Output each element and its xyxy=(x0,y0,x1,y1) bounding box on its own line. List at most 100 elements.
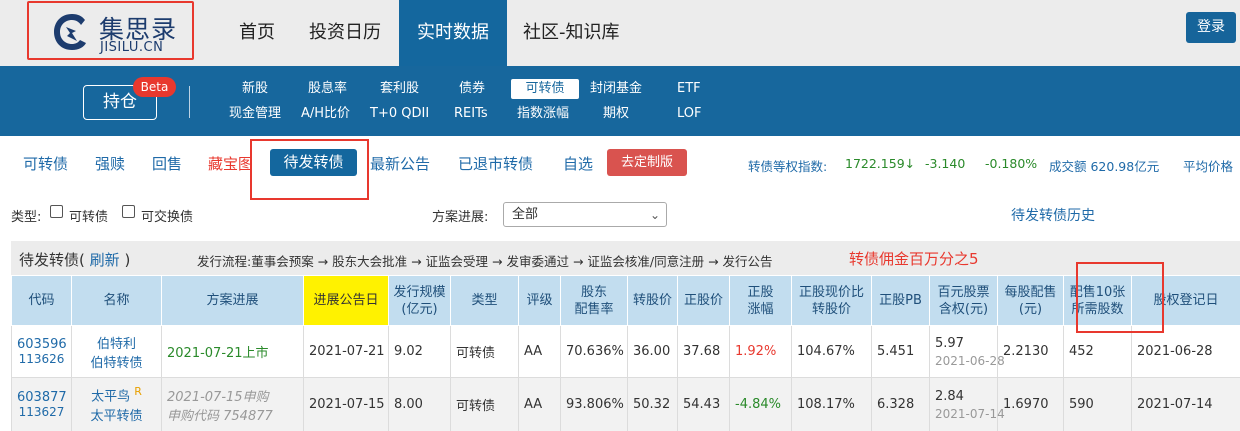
logo-text-en: JISILU.CN xyxy=(100,40,164,55)
section-title-text: 待发转债( xyxy=(19,251,85,269)
tab-delisted[interactable]: 已退市转债 xyxy=(458,153,533,174)
cell-per-share: 1.6970 xyxy=(997,377,1064,431)
cell-name: 伯特利 伯特转债 xyxy=(71,325,162,378)
col-stock-change[interactable]: 正股 涨幅 xyxy=(729,275,792,326)
nav-community[interactable]: 社区-知识库 xyxy=(523,0,620,66)
cell-record-date: 2021-06-28 xyxy=(1131,325,1240,378)
col-price-ratio[interactable]: 正股现价比 转股价 xyxy=(791,275,872,326)
cell-announce-date: 2021-07-15 xyxy=(303,377,389,431)
cell-progress: 2021-07-21上市 xyxy=(161,325,304,378)
refresh-link[interactable]: 刷新 xyxy=(90,251,120,269)
cell-stock-price: 54.43 xyxy=(677,377,730,431)
login-button[interactable]: 登录 xyxy=(1186,12,1236,43)
col-type[interactable]: 类型 xyxy=(450,275,519,326)
cell-size: 9.02 xyxy=(388,325,451,378)
index-change-pct: -0.180% xyxy=(985,156,1038,171)
cell-stock-change: -4.84% xyxy=(729,377,792,431)
beta-badge: Beta xyxy=(133,77,176,97)
filter-convertible-checkbox[interactable] xyxy=(50,205,63,218)
stock-code-link[interactable]: 603596 xyxy=(17,337,67,352)
subnav-etf[interactable]: ETF xyxy=(677,79,701,99)
cell-stock-change: 1.92% xyxy=(729,325,792,378)
cell-placement: 93.806% xyxy=(560,377,628,431)
nav-investment-calendar[interactable]: 投资日历 xyxy=(309,0,381,66)
rights-value: 5.97 xyxy=(935,335,964,351)
col-announce-date[interactable]: 进展公告日 xyxy=(303,275,389,326)
cell-shares-needed: 452 xyxy=(1063,325,1132,378)
site-logo[interactable]: 集思录 JISILU.CN xyxy=(27,1,194,60)
cell-rights: 5.97 2021-06-28 xyxy=(929,325,1005,378)
tab-watchlist[interactable]: 自选 xyxy=(563,153,593,174)
col-stock-price[interactable]: 正股价 xyxy=(677,275,730,326)
col-name[interactable]: 名称 xyxy=(71,275,162,326)
col-progress[interactable]: 方案进展 xyxy=(161,275,304,326)
bond-code-link[interactable]: 113627 xyxy=(19,405,65,419)
cell-per-share: 2.2130 xyxy=(997,325,1064,378)
tab-put-back[interactable]: 回售 xyxy=(152,153,182,174)
nav-home[interactable]: 首页 xyxy=(239,0,275,66)
chevron-down-icon: ⌄ xyxy=(649,208,660,222)
cell-type: 可转债 xyxy=(450,377,519,431)
subnav-cash-management[interactable]: 现金管理 xyxy=(229,104,281,124)
subnav-arbitrage[interactable]: 套利股 xyxy=(380,79,419,99)
pending-bonds-table: 代码 名称 方案进展 进展公告日 发行规模 (亿元) 类型 评级 股东 配售率 … xyxy=(11,275,1240,431)
stock-name-link[interactable]: 太平鸟 xyxy=(91,390,130,405)
subnav-reits[interactable]: REITs xyxy=(454,104,488,124)
subnav-ah-ratio[interactable]: A/H比价 xyxy=(301,104,350,124)
progress-text: 2021-07-15申购 xyxy=(167,389,269,405)
section-header: 待发转债( 刷新 ) 发行流程:董事会预案 → 股东大会批准 → 证监会受理 →… xyxy=(11,241,1240,275)
col-size[interactable]: 发行规模 (亿元) xyxy=(388,275,451,326)
tab-latest-announcements[interactable]: 最新公告 xyxy=(370,153,430,174)
col-placement-label: 股东 配售率 xyxy=(574,284,614,317)
bond-name-link[interactable]: 伯特转债 xyxy=(90,356,142,371)
stock-name-link[interactable]: 伯特利 xyxy=(97,337,136,352)
table-row: 603877 113627 太平鸟 R 太平转债 2021-07-15申购 申购… xyxy=(11,377,1240,431)
col-per-share-label: 每股配售 (元) xyxy=(1004,284,1057,317)
col-placement[interactable]: 股东 配售率 xyxy=(560,275,628,326)
subnav-index-change[interactable]: 指数涨幅 xyxy=(517,104,569,124)
subnav-closed-fund[interactable]: 封闭基金 xyxy=(590,79,642,99)
subnav-t0-qdii[interactable]: T+0 QDII xyxy=(370,104,429,124)
stock-code-link[interactable]: 603877 xyxy=(17,390,67,405)
tab-highlight-box xyxy=(250,139,369,200)
rights-value: 2.84 xyxy=(935,388,964,404)
bond-code-link[interactable]: 113626 xyxy=(19,352,65,366)
subnav-new-stock[interactable]: 新股 xyxy=(242,79,268,99)
progress-subtext: 申购代码 754877 xyxy=(167,408,273,424)
progress-select[interactable]: 全部 ⌄ xyxy=(503,202,667,227)
cell-name: 太平鸟 R 太平转债 xyxy=(71,377,162,431)
custom-version-button[interactable]: 去定制版 xyxy=(607,149,687,176)
top-navigation: 集思录 JISILU.CN 首页 投资日历 实时数据 社区-知识库 登录 xyxy=(0,0,1240,66)
col-size-label: 发行规模 (亿元) xyxy=(393,284,446,317)
bond-name-link[interactable]: 太平转债 xyxy=(90,409,142,424)
col-code[interactable]: 代码 xyxy=(11,275,72,326)
col-rights[interactable]: 百元股票 含权(元) xyxy=(929,275,998,326)
volume-text: 成交额 620.98亿元 xyxy=(1049,159,1160,174)
cell-pb: 6.328 xyxy=(871,377,930,431)
col-per-share[interactable]: 每股配售 (元) xyxy=(997,275,1064,326)
filter-exchangeable-checkbox[interactable] xyxy=(122,205,135,218)
subnav-divider xyxy=(189,86,190,118)
col-rating[interactable]: 评级 xyxy=(518,275,561,326)
tab-treasure-map[interactable]: 藏宝图 xyxy=(208,153,253,174)
cell-progress: 2021-07-15申购 申购代码 754877 xyxy=(161,377,304,431)
col-pb[interactable]: 正股PB xyxy=(871,275,930,326)
subnav-options[interactable]: 期权 xyxy=(603,104,629,124)
subnav-dividend[interactable]: 股息率 xyxy=(308,79,347,99)
tab-forced-redemption[interactable]: 强赎 xyxy=(95,153,125,174)
avg-price-text: 平均价格 xyxy=(1183,159,1234,174)
cell-stock-price: 37.68 xyxy=(677,325,730,378)
subnav-lof[interactable]: LOF xyxy=(677,104,702,124)
subnav-convertible-bonds[interactable]: 可转债 xyxy=(511,79,579,99)
index-change: -3.140 xyxy=(925,156,966,171)
filter-exchangeable-label: 可交换债 xyxy=(141,210,194,225)
col-price-ratio-label: 正股现价比 转股价 xyxy=(798,284,864,317)
cell-conv-price: 50.32 xyxy=(627,377,678,431)
col-conv-price[interactable]: 转股价 xyxy=(627,275,678,326)
tab-convertible-bonds[interactable]: 可转债 xyxy=(23,153,68,174)
subnav-bonds[interactable]: 债券 xyxy=(459,79,485,99)
cell-placement: 70.636% xyxy=(560,325,628,378)
pending-history-link[interactable]: 待发转债历史 xyxy=(1011,205,1095,225)
nav-realtime-data[interactable]: 实时数据 xyxy=(399,0,507,66)
rights-date: 2021-06-28 xyxy=(935,353,1005,368)
